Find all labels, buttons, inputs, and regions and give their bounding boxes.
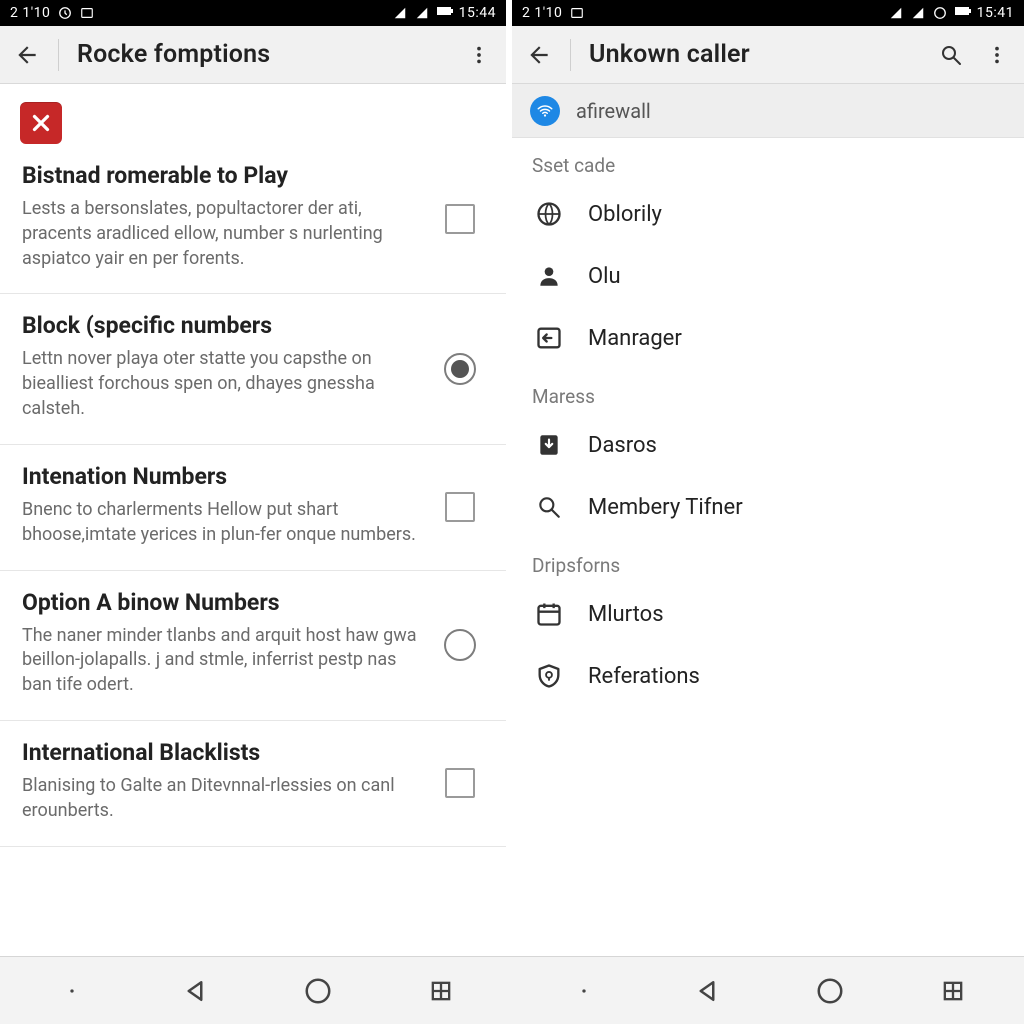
wifi-icon	[530, 96, 560, 126]
menu-item-label: Oblorily	[588, 202, 662, 227]
person-icon	[532, 259, 566, 293]
system-nav-bar	[0, 956, 1024, 1024]
back-button[interactable]	[522, 38, 556, 72]
nav-home-button[interactable]	[288, 971, 348, 1011]
signal-icon	[415, 6, 429, 20]
setting-item[interactable]: Block (specific numbers Lettn nover play…	[0, 294, 506, 444]
menu-item-label: Membery Tifner	[588, 495, 743, 520]
setting-description: Lests a bersonslates, popultactorer der …	[22, 197, 424, 271]
setting-description: The naner minder tlanbs and arquit host …	[22, 624, 424, 698]
setting-description: Blanising to Galte an Ditevnnal-rlessies…	[22, 774, 424, 824]
menu-item-label: Olu	[588, 264, 621, 289]
section-header: Dripsforns	[512, 538, 1024, 583]
status-clock: 15:44	[459, 5, 496, 21]
menu-item-label: Referations	[588, 664, 700, 689]
setting-item[interactable]: Intenation Numbers Bnenc to charlerments…	[0, 445, 506, 571]
menu-item[interactable]: Mlurtos	[512, 583, 1024, 645]
radio-button[interactable]	[444, 629, 476, 661]
battery-icon	[437, 6, 451, 20]
error-badge-row	[0, 84, 506, 144]
nav-home-button[interactable]	[800, 971, 860, 1011]
menu-item[interactable]: Oblorily	[512, 183, 1024, 245]
appbar-divider	[570, 39, 571, 71]
download-badge-icon	[532, 428, 566, 462]
close-icon	[20, 102, 62, 144]
signal-icon	[911, 6, 925, 20]
app-bar: Rocke fomptions	[0, 26, 506, 84]
settings-list: Bistnad romerable to Play Lests a berson…	[0, 84, 506, 956]
status-icon	[570, 6, 584, 20]
nav-recents-button[interactable]	[923, 971, 983, 1011]
menu-item-label: Mlurtos	[588, 602, 664, 627]
status-bar: 2 1'10 15:44	[0, 0, 506, 26]
radio-button[interactable]	[444, 353, 476, 385]
banner-text: afirewall	[576, 99, 651, 123]
page-title: Unkown caller	[589, 40, 750, 69]
menu-item[interactable]: Referations	[512, 645, 1024, 707]
dual-pane-container: 2 1'10 15:44 Rocke fomptions	[0, 0, 1024, 956]
setting-label: Block (specific numbers	[22, 312, 424, 339]
search-icon	[532, 490, 566, 524]
signal-icon	[889, 6, 903, 20]
menu-item[interactable]: Membery Tifner	[512, 476, 1024, 538]
nav-dot	[554, 971, 614, 1011]
setting-label: Bistnad romerable to Play	[22, 162, 424, 189]
signal-icon	[393, 6, 407, 20]
menu-item-label: Dasros	[588, 433, 657, 458]
checkbox[interactable]	[445, 768, 475, 798]
right-pane: 2 1'10 15:41 Unkown caller	[512, 0, 1024, 956]
overflow-menu-button[interactable]	[980, 38, 1014, 72]
status-icon	[58, 6, 72, 20]
search-button[interactable]	[934, 38, 968, 72]
menu-list: afirewall Sset cade Oblorily Olu Manrage	[512, 84, 1024, 956]
nav-back-button[interactable]	[677, 971, 737, 1011]
nav-back-button[interactable]	[165, 971, 225, 1011]
globe-icon	[532, 197, 566, 231]
setting-item[interactable]: Bistnad romerable to Play Lests a berson…	[0, 144, 506, 294]
appbar-divider	[58, 39, 59, 71]
section-header: Sset cade	[512, 138, 1024, 183]
status-bar: 2 1'10 15:41	[512, 0, 1024, 26]
status-icon	[933, 6, 947, 20]
menu-item[interactable]: Dasros	[512, 414, 1024, 476]
menu-item[interactable]: Olu	[512, 245, 1024, 307]
setting-description: Lettn nover playa oter statte you capsth…	[22, 347, 424, 421]
status-time: 2 1'10	[522, 5, 562, 21]
nav-recents-button[interactable]	[411, 971, 471, 1011]
setting-label: Option A binow Numbers	[22, 589, 424, 616]
setting-label: Intenation Numbers	[22, 463, 424, 490]
status-icon	[80, 6, 94, 20]
setting-label: International Blacklists	[22, 739, 424, 766]
setting-item[interactable]: Option A binow Numbers The naner minder …	[0, 571, 506, 721]
app-bar: Unkown caller	[512, 26, 1024, 84]
menu-item[interactable]: Manrager	[512, 307, 1024, 369]
page-title: Rocke fomptions	[77, 40, 270, 69]
left-pane: 2 1'10 15:44 Rocke fomptions	[0, 0, 512, 956]
inbox-arrow-icon	[532, 321, 566, 355]
back-button[interactable]	[10, 38, 44, 72]
battery-icon	[955, 6, 969, 20]
status-time: 2 1'10	[10, 5, 50, 21]
setting-description: Bnenc to charlerments Hellow put shart b…	[22, 498, 424, 548]
overflow-menu-button[interactable]	[462, 38, 496, 72]
nav-dot	[42, 971, 102, 1011]
calendar-icon	[532, 597, 566, 631]
menu-item-label: Manrager	[588, 326, 682, 351]
checkbox[interactable]	[445, 204, 475, 234]
status-clock: 15:41	[977, 5, 1014, 21]
shield-icon	[532, 659, 566, 693]
app-banner[interactable]: afirewall	[512, 84, 1024, 138]
section-header: Maress	[512, 369, 1024, 414]
setting-item[interactable]: International Blacklists Blanising to Ga…	[0, 721, 506, 847]
checkbox[interactable]	[445, 492, 475, 522]
